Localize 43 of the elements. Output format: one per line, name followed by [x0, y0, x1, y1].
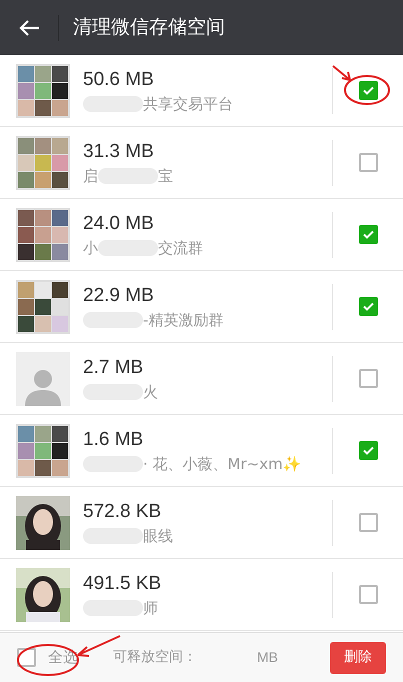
- chat-row[interactable]: 491.5 KB 师: [0, 559, 403, 631]
- chat-row[interactable]: 572.8 KB 眼线: [0, 487, 403, 559]
- chat-name: 眼线: [143, 526, 173, 546]
- chat-row[interactable]: 50.6 MB 共享交易平台: [0, 55, 403, 127]
- checkbox[interactable]: [358, 81, 378, 100]
- checkbox[interactable]: [358, 513, 378, 532]
- chat-name: 共享交易平台: [143, 94, 233, 114]
- storage-size: 22.9 MB: [83, 284, 155, 308]
- chat-name: · 花、小薇、Mr~xm✨: [143, 454, 302, 474]
- delete-button[interactable]: 删除: [330, 642, 386, 674]
- storage-size: 50.6 MB: [83, 68, 155, 92]
- chat-row[interactable]: 31.3 MB 启 宝: [0, 127, 403, 199]
- checkbox[interactable]: [358, 153, 378, 172]
- chat-row[interactable]: 2.7 MB 火: [0, 343, 403, 415]
- checkbox[interactable]: [358, 441, 378, 460]
- chat-name: 交流群: [158, 238, 203, 258]
- checkbox[interactable]: [358, 369, 378, 388]
- chat-row[interactable]: 22.9 MB -精英激励群: [0, 271, 403, 343]
- storage-size: 1.6 MB: [83, 428, 144, 452]
- chat-row[interactable]: 1.6 MB · 花、小薇、Mr~xm✨: [0, 415, 403, 487]
- storage-size: 31.3 MB: [83, 140, 155, 164]
- chat-name: 宝: [158, 166, 173, 186]
- storage-size: 24.0 MB: [83, 212, 155, 236]
- back-arrow-icon[interactable]: [18, 18, 40, 36]
- checkbox[interactable]: [358, 585, 378, 604]
- chat-row[interactable]: 24.0 MB 小 交流群: [0, 199, 403, 271]
- chat-name: 火: [143, 382, 158, 402]
- chat-name: 师: [143, 598, 158, 618]
- free-space-label: 可释放空间：: [113, 648, 197, 667]
- free-space-unit: MB: [257, 648, 278, 667]
- checkmark-icon: [362, 300, 374, 313]
- storage-size: 491.5 KB: [83, 572, 162, 596]
- checkmark-icon: [362, 84, 374, 97]
- storage-size: 572.8 KB: [83, 500, 162, 524]
- screen-title: 清理微信存储空间: [73, 15, 225, 40]
- storage-size: 2.7 MB: [83, 356, 144, 380]
- checkbox[interactable]: [358, 225, 378, 244]
- checkbox[interactable]: [358, 297, 378, 316]
- chat-name: 小: [83, 238, 98, 258]
- checkmark-icon: [362, 444, 374, 457]
- chat-name: -精英激励群: [143, 310, 224, 330]
- chat-name: 启: [83, 166, 98, 186]
- checkmark-icon: [362, 228, 374, 241]
